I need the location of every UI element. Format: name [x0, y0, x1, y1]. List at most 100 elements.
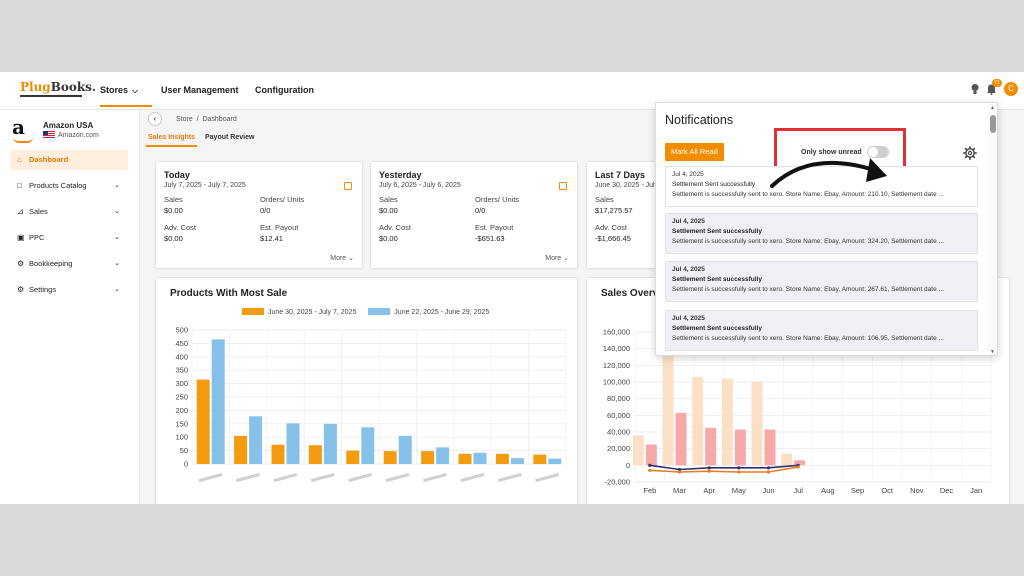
orders-label: Orders/ Units — [260, 195, 305, 204]
adv-cost-value: $0.00 — [379, 234, 398, 243]
card-date-range: July 6, 2025 - July 6, 2025 — [379, 182, 461, 189]
line-point — [766, 466, 771, 470]
x-tick-label-blurred — [348, 472, 373, 483]
card-date-range: June 30, 2025 - July — [595, 182, 659, 189]
x-tick-label: Jul — [793, 486, 803, 495]
line-point — [648, 468, 652, 472]
notifications-panel: Notifications Mark All Read Only show un… — [655, 102, 998, 356]
home-icon: ⌂ — [17, 155, 22, 164]
notification-item[interactable]: Jul 4, 2025 Settlement Sent successfully… — [665, 310, 978, 351]
payout-label: Est. Payout — [475, 223, 514, 232]
y-tick-label: 50 — [180, 446, 188, 455]
bar — [764, 429, 776, 466]
notification-body: Settlement is successfully sent to xero.… — [672, 191, 944, 198]
bar — [308, 445, 322, 464]
notifications-scrollbar[interactable]: ▲ ▼ — [988, 103, 997, 355]
x-tick-label: Jun — [762, 486, 774, 495]
notification-title: Settlement Sent successfully — [672, 228, 762, 235]
sidebar-item-ppc[interactable]: ▣ PPC ⌄ — [10, 228, 128, 248]
adv-cost-label: Adv. Cost — [595, 223, 627, 232]
app-frame: PlugBooks. Stores ⌵ User Management Confi… — [0, 72, 1024, 504]
sales-value: $0.00 — [379, 206, 398, 215]
x-tick-label: Aug — [821, 486, 834, 495]
breadcrumb: Store / Dashboard — [176, 116, 237, 123]
scroll-up-icon[interactable]: ▲ — [990, 105, 995, 111]
more-button[interactable]: More ⌄ — [330, 254, 354, 262]
mark-all-read-button[interactable]: Mark All Read — [665, 143, 724, 161]
only-unread-label: Only show unread — [801, 149, 862, 156]
tab-payout-review[interactable]: Payout Review — [205, 134, 254, 141]
nav-user-management[interactable]: User Management — [161, 85, 239, 95]
chevron-down-icon: ⌵ — [132, 86, 139, 95]
card-date-range: July 7, 2025 - July 7, 2025 — [164, 182, 246, 189]
notification-body: Settlement is successfully sent to xero.… — [672, 238, 944, 245]
x-tick-label-blurred — [198, 472, 223, 483]
scroll-down-icon[interactable]: ▼ — [990, 349, 995, 355]
x-tick-label-blurred — [385, 472, 410, 483]
app-logo[interactable]: PlugBooks. — [20, 80, 96, 94]
y-tick-label: 0 — [626, 461, 630, 470]
y-tick-label: 60,000 — [607, 411, 630, 420]
bar — [383, 451, 397, 464]
card-today: Today July 7, 2025 - July 7, 2025 Sales … — [155, 161, 363, 269]
sidebar-item-products-catalog[interactable]: □ Products Catalog ⌄ — [10, 176, 128, 196]
x-tick-label-blurred — [422, 472, 447, 483]
notification-body: Settlement is successfully sent to xero.… — [672, 335, 944, 342]
notification-item[interactable]: Jul 4, 2025 Settlement Sent successfully… — [665, 213, 978, 254]
x-tick-label: Apr — [703, 486, 715, 495]
store-name[interactable]: Amazon USA — [43, 121, 93, 130]
x-tick-label-blurred — [235, 472, 260, 483]
bar — [705, 427, 717, 466]
orders-value: 0/0 — [475, 206, 486, 215]
bar — [346, 450, 360, 464]
sidebar-item-settings[interactable]: ⚙ Settings ⌄ — [10, 280, 128, 300]
notification-item[interactable]: Jul 4, 2025 Settlement Sent successfully… — [665, 261, 978, 302]
y-tick-label: 20,000 — [607, 444, 630, 453]
adv-cost-label: Adv. Cost — [164, 223, 196, 232]
x-tick-label: Nov — [910, 486, 924, 495]
sidebar-item-sales[interactable]: ⊿ Sales ⌄ — [10, 202, 128, 222]
x-tick-label: May — [732, 486, 746, 495]
bar — [751, 382, 763, 466]
y-tick-label: 450 — [175, 339, 188, 348]
bar — [473, 452, 487, 464]
tab-sales-insights[interactable]: Sales Insights — [145, 134, 198, 147]
y-tick-label: 500 — [175, 326, 188, 335]
calendar-icon[interactable] — [344, 182, 352, 190]
sidebar-item-dashboard[interactable]: ⌂ Dashboard — [10, 150, 128, 170]
gear-icon[interactable] — [963, 146, 977, 160]
sales-label: Sales — [379, 195, 398, 204]
x-tick-label-blurred — [535, 472, 560, 483]
line-point — [796, 465, 800, 469]
nav-configuration[interactable]: Configuration — [255, 85, 314, 95]
bar — [211, 339, 225, 464]
more-button[interactable]: More ⌄ — [545, 254, 569, 262]
y-tick-label: 140,000 — [603, 344, 630, 353]
notification-date: Jul 4, 2025 — [672, 218, 705, 225]
line-point — [707, 469, 711, 473]
bar — [632, 435, 644, 466]
breadcrumb-store[interactable]: Store — [176, 116, 193, 123]
x-tick-label-blurred — [460, 472, 485, 483]
bar — [398, 435, 412, 464]
sidebar-item-bookkeeping[interactable]: ⚙ Bookkeeping ⌄ — [10, 254, 128, 274]
nav-stores[interactable]: Stores ⌵ — [100, 85, 153, 107]
avatar[interactable]: C — [1004, 82, 1018, 96]
sidebar: a Amazon USA Amazon.com ⌂ Dashboard □ Prod… — [0, 110, 140, 504]
lightbulb-icon[interactable] — [970, 83, 980, 95]
orders-value: 0/0 — [260, 206, 271, 215]
x-tick-label: Jan — [970, 486, 982, 495]
scrollbar-thumb[interactable] — [990, 115, 996, 133]
bar — [361, 427, 375, 464]
back-button[interactable]: ‹ — [148, 112, 162, 126]
y-tick-label: 250 — [175, 393, 188, 402]
card-yesterday: Yesterday July 6, 2025 - July 6, 2025 Sa… — [370, 161, 578, 269]
notification-body: Settlement is successfully sent to xero.… — [672, 286, 944, 293]
calendar-icon[interactable] — [559, 182, 567, 190]
bar — [533, 454, 547, 464]
ppc-icon: ▣ — [17, 233, 25, 242]
bar — [196, 379, 210, 464]
y-tick-label: 150 — [175, 419, 188, 428]
chevron-down-icon: ⌄ — [114, 234, 120, 241]
x-tick-label-blurred — [497, 472, 522, 483]
